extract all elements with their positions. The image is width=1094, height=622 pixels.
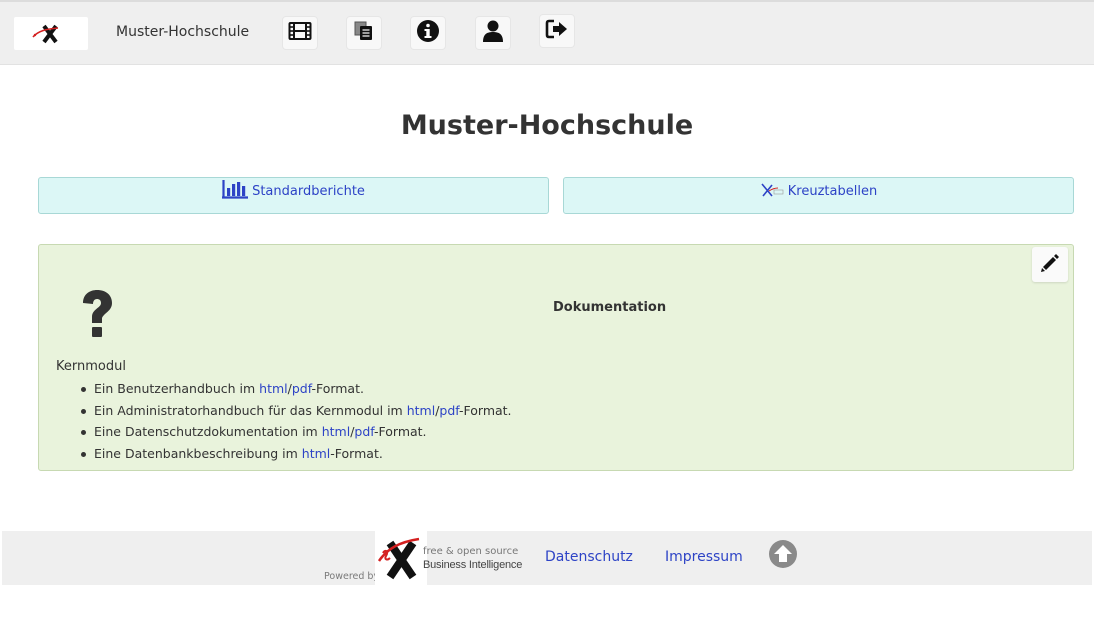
item-text: Ein Benutzerhandbuch im xyxy=(94,381,260,396)
film-button[interactable] xyxy=(282,16,318,50)
footer: Powered by free & open source Business I… xyxy=(2,531,1092,585)
cross-tables-button[interactable]: Kreuztabellen xyxy=(563,177,1074,214)
tagline: free & open source xyxy=(423,546,519,557)
pdf-link[interactable]: pdf xyxy=(354,424,374,439)
item-text: Ein Administratorhandbuch für das Kernmo… xyxy=(94,402,407,418)
bar-chart-icon xyxy=(222,180,249,203)
privacy-link[interactable]: Datenschutz xyxy=(545,549,633,565)
item-text: Eine Datenbankbeschreibung im xyxy=(94,445,302,461)
list-item: Eine Datenschutzdokumentation im html/pd… xyxy=(81,422,512,444)
list-item: Ein Benutzerhandbuch im html/pdf-Format. xyxy=(81,379,512,401)
edit-button[interactable] xyxy=(1032,247,1068,282)
section-title: Kernmodul xyxy=(56,359,126,374)
item-text: Eine Datenschutzdokumentation im xyxy=(94,424,322,440)
info-button[interactable] xyxy=(410,16,446,50)
documentation-panel: Dokumentation Kernmodul Ein Benutzerhand… xyxy=(38,244,1074,471)
standard-reports-button[interactable]: Standardberichte xyxy=(38,177,549,214)
logout-button[interactable] xyxy=(539,14,575,48)
html-link[interactable]: html xyxy=(259,381,287,396)
powered-by-label: Powered by xyxy=(324,571,380,582)
html-link[interactable]: html xyxy=(322,424,350,439)
info-icon xyxy=(416,19,440,47)
list-item: Ein Administratorhandbuch für das Kernmo… xyxy=(81,401,512,423)
cross-tables-label: Kreuztabellen xyxy=(787,184,878,199)
scroll-top-button[interactable] xyxy=(768,539,798,573)
page-title: Muster-Hochschule xyxy=(400,110,694,141)
documents-button[interactable] xyxy=(346,16,382,50)
html-link[interactable]: html xyxy=(302,446,330,461)
pdf-link[interactable]: pdf xyxy=(439,403,459,418)
documentation-list: Ein Benutzerhandbuch im html/pdf-Format.… xyxy=(81,379,512,465)
copy-documents-icon xyxy=(353,20,375,46)
superx-logo[interactable] xyxy=(14,17,88,50)
imprint-link[interactable]: Impressum xyxy=(665,549,743,565)
pdf-link[interactable]: pdf xyxy=(292,381,312,396)
top-navbar: Muster-Hochschule xyxy=(0,2,1094,65)
item-suffix: -Format. xyxy=(459,402,512,418)
item-suffix: -Format. xyxy=(374,424,427,440)
item-suffix: -Format. xyxy=(330,445,383,461)
superx-footer-logo[interactable] xyxy=(375,531,427,585)
question-icon xyxy=(79,289,115,345)
user-button[interactable] xyxy=(475,16,511,50)
html-link[interactable]: html xyxy=(407,403,435,418)
arrow-up-circle-icon xyxy=(768,540,798,573)
user-icon xyxy=(481,19,505,47)
cube-x-icon xyxy=(760,182,784,202)
documentation-heading: Dokumentation xyxy=(553,300,667,315)
pencil-icon xyxy=(1039,252,1061,278)
brand-name[interactable]: Muster-Hochschule xyxy=(116,24,249,40)
logout-icon xyxy=(545,18,569,44)
item-suffix: -Format. xyxy=(311,381,364,396)
film-icon xyxy=(288,21,312,45)
list-item: Eine Datenbankbeschreibung im html-Forma… xyxy=(81,444,512,466)
product-name: Business Intelligence xyxy=(423,559,523,571)
standard-reports-label: Standardberichte xyxy=(252,184,365,199)
